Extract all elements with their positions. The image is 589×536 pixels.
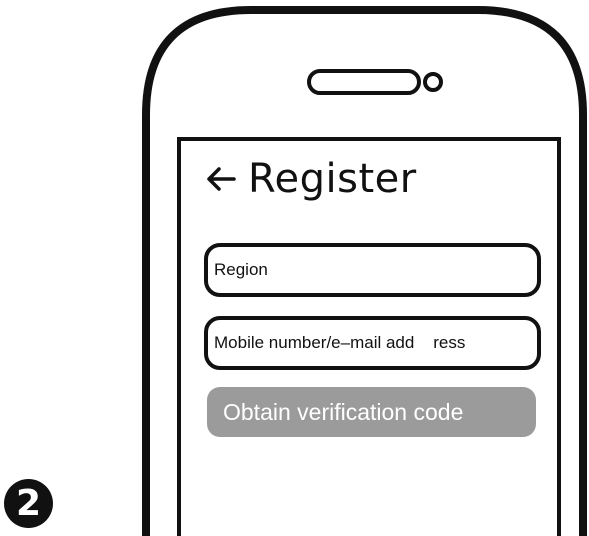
obtain-verification-code-label: Obtain verification code	[223, 398, 464, 425]
page-title: Register	[248, 156, 417, 202]
mobile-email-field[interactable]: Mobile number/e–mail add ress	[204, 316, 541, 370]
phone-camera	[423, 72, 443, 92]
register-header: Register	[206, 154, 417, 204]
mobile-email-field-label: Mobile number/e–mail add ress	[214, 333, 466, 352]
phone-speaker	[307, 69, 421, 95]
left-arrow-icon[interactable]	[206, 166, 236, 192]
step-number-badge: 2	[4, 479, 53, 528]
obtain-verification-code-button[interactable]: Obtain verification code	[207, 387, 536, 437]
region-field[interactable]: Region	[204, 243, 541, 297]
region-field-label: Region	[214, 260, 268, 279]
